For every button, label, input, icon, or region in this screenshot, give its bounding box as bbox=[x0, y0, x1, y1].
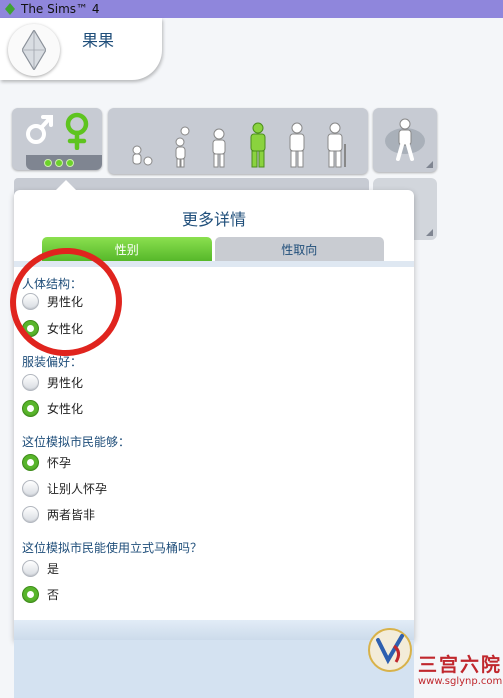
age-adult-icon[interactable] bbox=[286, 122, 308, 168]
walk-style-button[interactable] bbox=[373, 108, 437, 172]
age-baby-icon[interactable] bbox=[129, 142, 155, 168]
age-child-icon[interactable] bbox=[209, 128, 229, 168]
panel-pointer bbox=[56, 180, 76, 190]
radio-button[interactable] bbox=[22, 479, 39, 497]
indicator-dot bbox=[66, 158, 74, 167]
expand-corner-icon bbox=[426, 229, 433, 236]
walking-sim-icon bbox=[385, 118, 425, 161]
option-label: 让别人怀孕 bbox=[47, 481, 108, 496]
option-label: 否 bbox=[47, 587, 60, 602]
sim-name[interactable]: 果果 bbox=[82, 27, 114, 51]
watermark-logo-icon bbox=[368, 628, 412, 672]
bottom-strip bbox=[14, 640, 414, 698]
sims-cas-screen: The Sims™ 4 果果 更多详情 性别 性取向 人体结构： 男性化 女性化… bbox=[0, 0, 503, 698]
radio-button[interactable] bbox=[22, 399, 39, 417]
watermark-url: www.sglynp.com bbox=[418, 676, 503, 687]
plumbob-button[interactable] bbox=[8, 24, 60, 76]
option-clothing-masculine[interactable]: 男性化 bbox=[22, 371, 83, 393]
radio-button[interactable] bbox=[22, 373, 39, 391]
option-get-others-pregnant[interactable]: 让别人怀孕 bbox=[22, 477, 107, 499]
option-become-pregnant[interactable]: 怀孕 bbox=[22, 451, 71, 473]
radio-button[interactable] bbox=[22, 559, 39, 577]
option-toilet-yes[interactable]: 是 bbox=[22, 557, 59, 579]
window-title: The Sims™ 4 bbox=[21, 2, 100, 16]
option-label: 女性化 bbox=[47, 401, 84, 416]
indicator-dot bbox=[55, 158, 63, 167]
option-neither[interactable]: 两者皆非 bbox=[22, 503, 95, 525]
option-clothing-feminine[interactable]: 女性化 bbox=[22, 397, 83, 419]
option-label: 怀孕 bbox=[47, 455, 72, 470]
option-label: 两者皆非 bbox=[47, 507, 96, 522]
age-elder-icon[interactable] bbox=[325, 122, 349, 168]
age-selector[interactable] bbox=[108, 108, 368, 174]
female-symbol-icon[interactable] bbox=[64, 112, 90, 150]
option-label: 男性化 bbox=[47, 375, 84, 390]
age-teen-icon[interactable] bbox=[247, 122, 269, 168]
radio-button[interactable] bbox=[22, 453, 39, 471]
plumbob-icon bbox=[22, 30, 46, 70]
gender-selector[interactable] bbox=[12, 108, 102, 170]
tab-orientation[interactable]: 性取向 bbox=[214, 237, 384, 261]
panel-title: 更多详情 bbox=[181, 210, 246, 229]
expand-corner-icon bbox=[426, 161, 433, 168]
option-toilet-no[interactable]: 否 bbox=[22, 583, 59, 605]
section-label-pregnancy: 这位模拟市民能够： bbox=[22, 435, 131, 449]
radio-button[interactable] bbox=[22, 585, 39, 603]
window-title-bar: The Sims™ 4 bbox=[0, 0, 503, 18]
option-label: 是 bbox=[47, 561, 60, 576]
watermark-text: 三宫六院 bbox=[418, 654, 503, 676]
panel-footer bbox=[14, 620, 414, 640]
section-label-toilet: 这位模拟市民能使用立式马桶吗？ bbox=[22, 541, 203, 555]
plumbob-icon bbox=[4, 3, 16, 15]
expand-corner-icon bbox=[89, 158, 96, 165]
age-toddler-icon[interactable] bbox=[172, 126, 192, 168]
radio-button[interactable] bbox=[22, 505, 39, 523]
male-symbol-icon[interactable] bbox=[26, 112, 54, 146]
indicator-dot bbox=[44, 158, 52, 167]
